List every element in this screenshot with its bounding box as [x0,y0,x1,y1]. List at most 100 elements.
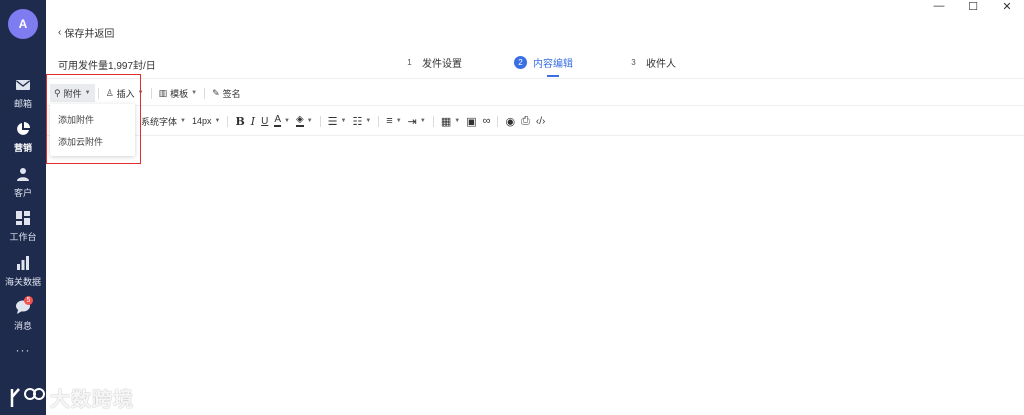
font-size-select[interactable]: 14px ▼ [189,113,223,129]
tab-send-settings[interactable]: 1 发件设置 [403,55,462,70]
eye-icon: ◉ [505,115,516,128]
close-button[interactable]: ✕ [990,0,1024,13]
font-color-icon: A [274,114,282,127]
image-icon: ▣ [466,115,477,128]
step-label: 收件人 [646,59,676,70]
font-family-value: 系统字体 [141,116,178,127]
watermark-text: 大数跨境 [50,389,134,411]
step-label: 发件设置 [422,59,462,70]
bar-chart-icon [17,256,29,270]
indent-icon: ⇥ [407,115,417,128]
sidebar-item-mail[interactable]: 邮箱 [0,77,46,117]
tab-content-edit[interactable]: 2 内容编辑 [514,55,573,70]
caret-down-icon: ▼ [284,118,290,124]
caret-down-icon: ▼ [306,118,313,124]
maximize-button[interactable]: ☐ [956,0,990,13]
caret-down-icon: ▼ [395,118,402,124]
step-label: 内容编辑 [533,59,573,70]
toolbar-separator [227,115,229,127]
annotation-highlight-box [46,74,141,164]
more-icon[interactable]: ··· [0,343,46,357]
editor-toolbar-format: 系统字体 ▼ 14px ▼ B I U A ▼ ◈ ▼ ☰ ▼ ☷ ▼ ≡ ▼ … [138,113,548,129]
printer-icon: ⎙ [521,114,530,127]
app-window: A 邮箱 营销 客户 工作台 海关数据 5 消息 ··· — ☐ ✕ ‹ 保存并… [0,0,1024,415]
code-icon: ‹/› [535,115,546,127]
tab-recipients[interactable]: 3 收件人 [627,55,676,70]
sidebar-item-label: 营销 [13,143,32,153]
step-number: 2 [514,56,527,69]
template-label: 模板 [170,88,189,99]
sidebar-item-customers[interactable]: 客户 [0,166,46,206]
watermark: 大数跨境 [8,383,134,412]
table-icon: ▦ [440,115,452,128]
indent-button[interactable]: ⇥ ▼ [405,113,429,129]
sidebar-item-label: 工作台 [9,232,37,242]
step-number: 3 [631,58,636,67]
send-quota: 可用发件量1,997封/日 [58,61,156,72]
bullet-list-button[interactable]: ☰ ▼ [325,113,350,129]
dashboard-icon [16,211,30,225]
avatar[interactable]: A [8,9,38,39]
caret-down-icon: ▼ [191,90,198,96]
step-number: 1 [407,58,412,67]
numbered-list-button[interactable]: ☷ ▼ [349,113,374,129]
caret-down-icon: ▼ [454,118,461,124]
signature-label: 签名 [222,88,241,99]
numbered-list-icon: ☷ [352,115,363,128]
highlight-icon: ◈ [295,114,304,127]
font-size-value: 14px [191,116,212,126]
sidebar-item-customs-data[interactable]: 海关数据 [0,255,46,295]
sidebar-item-marketing[interactable]: 营销 [0,121,46,161]
caret-down-icon: ▼ [419,118,426,124]
caret-down-icon: ▼ [214,118,221,124]
toolbar-separator [378,115,380,127]
italic-button[interactable]: I [248,113,258,129]
align-button[interactable]: ≡ ▼ [383,113,404,129]
print-button[interactable]: ⎙ [518,113,533,129]
sidebar-item-label: 客户 [13,188,32,198]
signature-button[interactable]: ✎ 签名 [208,84,245,102]
save-and-back-button[interactable]: ‹ 保存并返回 [58,25,114,40]
link-icon: ∞ [482,115,491,127]
table-button[interactable]: ▦ ▼ [438,113,463,129]
caret-down-icon: ▼ [365,118,372,124]
image-button[interactable]: ▣ [463,113,479,129]
watermark-logo-icon [10,387,45,407]
pen-icon: ✎ [212,87,220,98]
bold-button[interactable]: B [232,113,247,129]
align-left-icon: ≡ [386,115,393,127]
sidebar-item-label: 消息 [13,321,32,331]
toolbar-separator [432,115,434,127]
divider [46,105,1024,106]
toolbar-separator [497,115,499,127]
window-controls: — ☐ ✕ [922,0,1024,13]
sidebar: A 邮箱 营销 客户 工作台 海关数据 5 消息 ··· [0,0,46,415]
toolbar-separator [204,87,206,99]
chevron-left-icon: ‹ [58,27,62,38]
caret-down-icon: ▼ [180,118,186,124]
sidebar-item-workbench[interactable]: 工作台 [0,210,46,250]
preview-button[interactable]: ◉ [502,113,518,129]
divider [46,135,1024,136]
template-icon: ▥ [158,87,168,98]
underline-button[interactable]: U [258,113,271,129]
template-button[interactable]: ▥ 模板 ▼ [155,84,201,102]
font-color-button[interactable]: A ▼ [271,113,293,129]
link-button[interactable]: ∞ [480,113,494,129]
sidebar-item-label: 邮箱 [13,99,32,109]
pie-chart-icon [17,122,30,135]
minimize-button[interactable]: — [922,0,956,12]
user-group-icon [17,168,29,181]
sidebar-item-label: 海关数据 [4,277,41,287]
source-code-button[interactable]: ‹/› [533,113,548,129]
divider [46,78,1024,79]
sidebar-item-messages[interactable]: 5 消息 [0,296,46,339]
font-family-select[interactable]: 系统字体 ▼ [138,113,189,129]
active-tab-indicator [547,75,559,77]
caret-down-icon: ▼ [340,118,347,124]
toolbar-separator [150,87,152,99]
bullet-list-icon: ☰ [327,115,338,128]
save-and-back-label: 保存并返回 [64,29,115,40]
toolbar-separator [319,115,321,127]
highlight-color-button[interactable]: ◈ ▼ [293,113,316,129]
